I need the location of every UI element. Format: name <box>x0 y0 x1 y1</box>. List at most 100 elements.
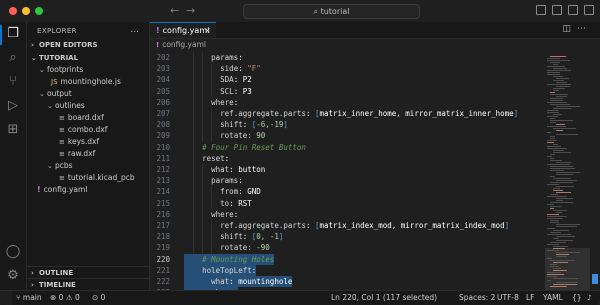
search-icon[interactable]: ⌕ <box>5 50 21 66</box>
scrollbar-thumb[interactable] <box>592 274 598 284</box>
code-line[interactable]: 205 SCL: P3 <box>150 85 550 97</box>
open-editors-section[interactable]: › OPEN EDITORS <box>27 39 149 51</box>
line-ending[interactable]: LF <box>526 291 535 305</box>
secondary-sidebar-icon[interactable] <box>568 5 578 15</box>
minimap[interactable] <box>545 52 590 290</box>
settings-icon[interactable]: ⚙ <box>5 268 21 284</box>
minimap-line <box>553 238 559 239</box>
line-text: holeTopLeft: <box>202 265 256 276</box>
branch-indicator[interactable]: ⑂ main <box>16 291 42 305</box>
outline-label: OUTLINE <box>39 269 74 277</box>
notifications-icon[interactable]: ♪ <box>587 291 592 305</box>
code-line[interactable]: 207 ref.aggregate.parts: [matrix_inner_ho… <box>150 108 550 120</box>
code-line[interactable]: 222 what: mountinghole <box>150 276 550 288</box>
line-text: from: GND <box>220 186 261 197</box>
cursor-position[interactable]: Ln 220, Col 1 (117 selected) <box>331 291 437 305</box>
format-icon[interactable]: {} <box>572 291 582 305</box>
indent-guide <box>193 164 195 176</box>
code-token: shift <box>220 232 243 242</box>
layout-icon[interactable] <box>584 5 594 15</box>
ports-indicator[interactable]: ⊙ 0 <box>92 291 105 305</box>
source-control-icon[interactable]: ⑂ <box>5 74 21 90</box>
code-line[interactable]: 217 ref.aggregate.parts: [matrix_index_mo… <box>150 220 550 232</box>
tree-item-outlines[interactable]: ⌄ outlines <box>27 100 149 112</box>
minimap-line <box>556 212 562 213</box>
tab-config-yaml[interactable]: ! config.yaml × <box>150 22 216 38</box>
minimap-line <box>553 248 565 249</box>
minimap-line <box>556 198 573 199</box>
code-token: params <box>211 53 239 62</box>
minimap-line <box>547 148 567 149</box>
code-token: SDA <box>220 75 234 85</box>
code-editor[interactable]: 202 params: 203 side: "F" 204 SDA: P2 205 SCL: … <box>150 52 550 305</box>
code-line[interactable]: 213 params: <box>150 175 550 187</box>
close-window-button[interactable] <box>9 7 17 15</box>
error-count: 0 <box>58 293 64 302</box>
code-line[interactable]: 221 holeTopLeft: <box>150 264 550 276</box>
tree-item-label: outlines <box>55 101 85 110</box>
minimap-line <box>547 184 559 185</box>
extensions-icon[interactable]: ⊞ <box>5 122 21 138</box>
panel-toggle-icon[interactable] <box>552 5 562 15</box>
encoding[interactable]: UTF-8 <box>497 291 519 305</box>
language-mode[interactable]: YAML <box>543 291 563 305</box>
forward-arrow-icon[interactable]: → <box>186 4 195 17</box>
minimap-line <box>550 136 555 137</box>
code-line[interactable]: 219 rotate: -90 <box>150 242 550 254</box>
indent-guide <box>202 74 204 86</box>
active-indicator <box>0 25 2 45</box>
code-line[interactable]: 208 shift: [-6,-19] <box>150 119 550 131</box>
sidebar-toggle-icon[interactable] <box>536 5 546 15</box>
code-line[interactable]: 210 # Four Pin Reset Button <box>150 141 550 153</box>
tree-item-kicad-pcb[interactable]: ≡ tutorial.kicad_pcb <box>27 172 149 184</box>
code-line[interactable]: 215 to: RST <box>150 197 550 209</box>
code-line[interactable]: 204 SDA: P2 <box>150 74 550 86</box>
vertical-scrollbar[interactable] <box>592 52 598 290</box>
code-line[interactable]: 206 where: <box>150 96 550 108</box>
code-line[interactable]: 209 rotate: 90 <box>150 130 550 142</box>
breadcrumb[interactable]: ! config.yaml <box>156 40 206 49</box>
code-line[interactable]: 212 what: button <box>150 164 550 176</box>
minimap-line <box>553 114 562 115</box>
code-line[interactable]: 220 # Mounting Holes <box>150 253 550 265</box>
tree-item-output[interactable]: ⌄ output <box>27 88 149 100</box>
more-actions-icon[interactable]: ... <box>130 25 139 35</box>
code-line[interactable]: 211 reset: <box>150 152 550 164</box>
tree-item-footprints[interactable]: ⌄ footprints <box>27 64 149 76</box>
code-line[interactable]: 218 shift: [0, -1] <box>150 231 550 243</box>
tree-item-raw-dxf[interactable]: ≡ raw.dxf <box>27 148 149 160</box>
tree-item-mountinghole[interactable]: JS mountinghole.js <box>27 76 149 88</box>
code-line[interactable]: 216 where: <box>150 208 550 220</box>
minimap-line <box>553 152 571 153</box>
indentation[interactable]: Spaces: 2 <box>459 291 495 305</box>
run-debug-icon[interactable]: ▷ <box>5 98 21 114</box>
minimize-window-button[interactable] <box>22 7 30 15</box>
tree-item-combo-dxf[interactable]: ≡ combo.dxf <box>27 124 149 136</box>
remote-indicator[interactable] <box>0 291 12 305</box>
minimap-line <box>550 194 558 195</box>
tree-item-keys-dxf[interactable]: ≡ keys.dxf <box>27 136 149 148</box>
split-editor-icon[interactable]: ◫ <box>562 24 577 34</box>
code-line[interactable]: 203 side: "F" <box>150 63 550 75</box>
code-line[interactable]: 214 from: GND <box>150 186 550 198</box>
project-section[interactable]: ⌄ TUTORIAL <box>27 52 149 64</box>
indent-guide <box>202 186 204 198</box>
indent-guide <box>211 85 213 97</box>
more-actions-icon[interactable]: ⋯ <box>577 24 592 34</box>
command-center-search[interactable]: ⌕ tutorial <box>243 4 420 19</box>
code-line[interactable]: 202 params: <box>150 52 550 64</box>
problems-indicator[interactable]: ⊗ 0 ⚠ 0 <box>50 291 80 305</box>
back-arrow-icon[interactable]: ← <box>170 4 179 17</box>
tree-item-board-dxf[interactable]: ≡ board.dxf <box>27 112 149 124</box>
minimap-line <box>547 70 571 71</box>
maximize-window-button[interactable] <box>35 7 43 15</box>
minimap-line <box>547 58 560 59</box>
minimap-line <box>547 250 559 251</box>
tree-item-config-yaml[interactable]: ! config.yaml <box>27 184 149 196</box>
account-icon[interactable]: ◯ <box>5 244 21 260</box>
files-icon[interactable]: ❐ <box>5 26 21 42</box>
close-tab-icon[interactable]: × <box>204 23 211 38</box>
code-token: : <box>242 120 252 130</box>
code-token: : <box>242 232 252 242</box>
tree-item-pcbs[interactable]: ⌄ pcbs <box>27 160 149 172</box>
